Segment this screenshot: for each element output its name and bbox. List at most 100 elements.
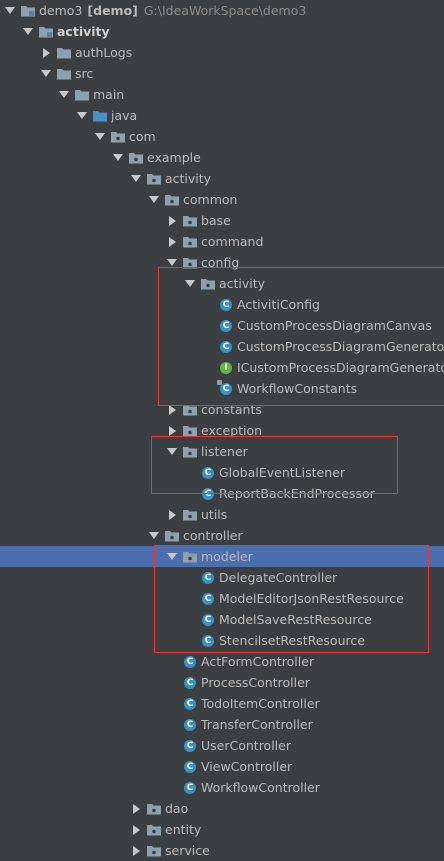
tree-item-processcontroller[interactable]: C ProcessController xyxy=(0,672,444,693)
tree-item-example[interactable]: example xyxy=(0,147,444,168)
tree-item-usercontroller[interactable]: C UserController xyxy=(0,735,444,756)
tree-item-activity[interactable]: activity xyxy=(0,273,444,294)
tree-item-config[interactable]: config xyxy=(0,252,444,273)
chevron-down-icon[interactable] xyxy=(38,66,54,82)
package-icon xyxy=(146,171,162,187)
arrow-placeholder xyxy=(164,780,180,796)
arrow-placeholder xyxy=(164,654,180,670)
class-icon: C xyxy=(217,379,234,397)
tree-item-viewcontroller[interactable]: C ViewController xyxy=(0,756,444,777)
package-icon xyxy=(182,213,198,229)
chevron-down-icon[interactable] xyxy=(92,129,108,145)
tree-item-exception[interactable]: exception xyxy=(0,420,444,441)
tree-item-listener[interactable]: listener xyxy=(0,441,444,462)
tree-item-label: constants xyxy=(201,402,262,417)
chevron-down-icon[interactable] xyxy=(146,192,162,208)
package-icon xyxy=(182,255,198,271)
package-icon xyxy=(146,822,162,838)
package-icon xyxy=(182,549,198,565)
package-icon xyxy=(146,843,162,859)
tree-item-label: StencilsetRestResource xyxy=(219,633,365,648)
tree-item-modeleditorjsonrestresource[interactable]: C ModelEditorJsonRestResource xyxy=(0,588,444,609)
chevron-down-icon[interactable] xyxy=(164,255,180,271)
chevron-down-icon[interactable] xyxy=(110,150,126,166)
tree-item-utils[interactable]: utils xyxy=(0,504,444,525)
chevron-down-icon[interactable] xyxy=(164,549,180,565)
tree-item-icustomprocessdiagramgenerator[interactable]: I ICustomProcessDiagramGenerator xyxy=(0,357,444,378)
tree-item-label: ICustomProcessDiagramGenerator xyxy=(237,360,444,375)
chevron-right-icon[interactable] xyxy=(38,45,54,61)
chevron-down-icon[interactable] xyxy=(56,87,72,103)
tree-item-entity[interactable]: entity xyxy=(0,819,444,840)
chevron-down-icon[interactable] xyxy=(146,528,162,544)
tree-item-command[interactable]: command xyxy=(0,231,444,252)
chevron-right-icon[interactable] xyxy=(164,234,180,250)
package-icon xyxy=(182,234,198,250)
tree-item-reportbackendprocessor[interactable]: C ReportBackEndProcessor xyxy=(0,483,444,504)
source-root-folder-icon xyxy=(92,108,108,124)
package-icon xyxy=(164,528,180,544)
tree-item-workflowcontroller[interactable]: C WorkflowController xyxy=(0,777,444,798)
tree-item-authlogs[interactable]: authLogs xyxy=(0,42,444,63)
tree-item-transfercontroller[interactable]: C TransferController xyxy=(0,714,444,735)
chevron-down-icon[interactable] xyxy=(20,24,36,40)
chevron-down-icon[interactable] xyxy=(74,108,90,124)
expand-arrow-icon[interactable] xyxy=(2,3,18,19)
arrow-placeholder xyxy=(182,591,198,607)
chevron-right-icon[interactable] xyxy=(164,402,180,418)
tree-item-com[interactable]: com xyxy=(0,126,444,147)
tree-item-java[interactable]: java xyxy=(0,105,444,126)
tree-item-dao[interactable]: dao xyxy=(0,798,444,819)
tree-item-label: ProcessController xyxy=(201,675,310,690)
tree-item-label: common xyxy=(183,192,238,207)
arrow-placeholder xyxy=(200,318,216,334)
tree-item-activity[interactable]: activity xyxy=(0,21,444,42)
tree-item-stencilsetrestresource[interactable]: C StencilsetRestResource xyxy=(0,630,444,651)
tree-item-common[interactable]: common xyxy=(0,189,444,210)
tree-item-service[interactable]: service xyxy=(0,840,444,861)
project-tree[interactable]: demo3 [demo] G:\IdeaWorkSpace\demo3 acti… xyxy=(0,0,444,858)
tree-item-label: listener xyxy=(201,444,248,459)
chevron-right-icon[interactable] xyxy=(164,507,180,523)
chevron-right-icon[interactable] xyxy=(128,843,144,859)
tree-item-todoitemcontroller[interactable]: C TodoItemController xyxy=(0,693,444,714)
chevron-down-icon[interactable] xyxy=(128,171,144,187)
chevron-right-icon[interactable] xyxy=(128,801,144,817)
class-icon: C xyxy=(182,780,198,796)
tree-item-delegatecontroller[interactable]: C DelegateController xyxy=(0,567,444,588)
arrow-placeholder xyxy=(182,465,198,481)
interface-icon: I xyxy=(218,360,234,376)
tree-item-label: ModelSaveRestResource xyxy=(219,612,372,627)
tree-item-main[interactable]: main xyxy=(0,84,444,105)
chevron-down-icon[interactable] xyxy=(164,444,180,460)
chevron-right-icon[interactable] xyxy=(164,213,180,229)
tree-item-customprocessdiagramgenerator[interactable]: C CustomProcessDiagramGenerator xyxy=(0,336,444,357)
tree-item-modelsaverestresource[interactable]: C ModelSaveRestResource xyxy=(0,609,444,630)
tree-item-label: entity xyxy=(165,822,202,837)
tree-item-customprocessdiagramcanvas[interactable]: C CustomProcessDiagramCanvas xyxy=(0,315,444,336)
tree-item-label: modeler xyxy=(201,549,253,564)
tree-item-label: com xyxy=(129,129,156,144)
tree-item-constants[interactable]: constants xyxy=(0,399,444,420)
tree-item-label: WorkflowController xyxy=(201,780,320,795)
tree-item-activity[interactable]: activity xyxy=(0,168,444,189)
tree-item-actformcontroller[interactable]: C ActFormController xyxy=(0,651,444,672)
tree-item-base[interactable]: base xyxy=(0,210,444,231)
package-icon xyxy=(200,276,216,292)
tree-item-label: activity xyxy=(57,24,110,39)
tree-item-label: GlobalEventListener xyxy=(219,465,345,480)
chevron-right-icon[interactable] xyxy=(128,822,144,838)
tree-item-label: ActFormController xyxy=(201,654,315,669)
chevron-down-icon[interactable] xyxy=(182,276,198,292)
tree-item-controller[interactable]: controller xyxy=(0,525,444,546)
tree-item-globaleventlistener[interactable]: C GlobalEventListener xyxy=(0,462,444,483)
arrow-placeholder xyxy=(164,675,180,691)
tree-item-activiticonfig[interactable]: C ActivitiConfig xyxy=(0,294,444,315)
chevron-right-icon[interactable] xyxy=(164,423,180,439)
arrow-placeholder xyxy=(200,381,216,397)
tree-item-src[interactable]: src xyxy=(0,63,444,84)
tree-item-modeler[interactable]: modeler xyxy=(0,546,444,567)
tree-root-demo3[interactable]: demo3 [demo] G:\IdeaWorkSpace\demo3 xyxy=(0,0,444,21)
tree-item-workflowconstants[interactable]: C WorkflowConstants xyxy=(0,378,444,399)
package-icon xyxy=(182,507,198,523)
